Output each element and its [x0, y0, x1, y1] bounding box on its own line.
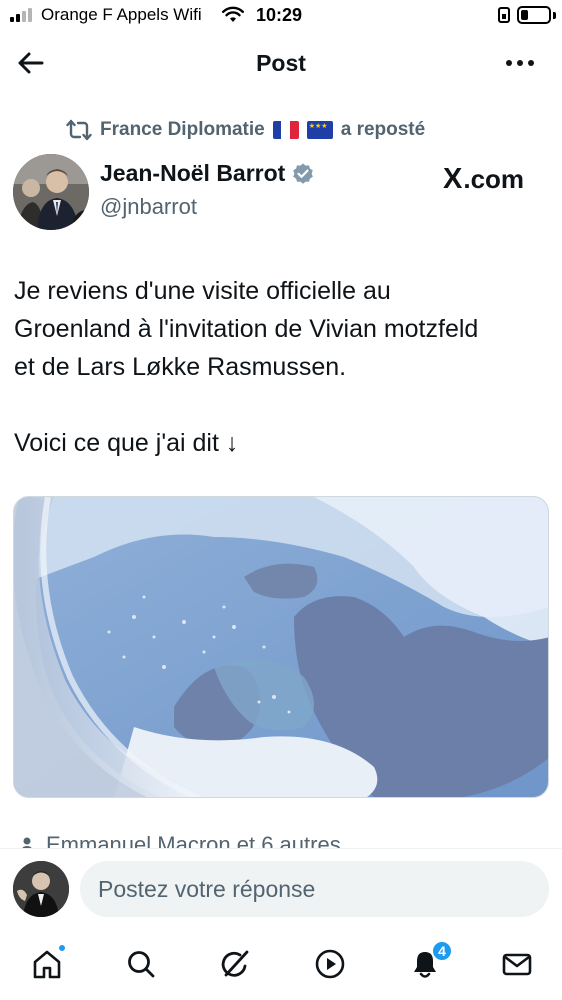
nav-messages[interactable]: [495, 942, 539, 986]
carrier-label: Orange F Appels Wifi: [41, 5, 202, 24]
author-avatar[interactable]: [13, 154, 89, 230]
author-handle[interactable]: @jnbarrot: [100, 194, 197, 220]
battery-level: [521, 10, 528, 20]
reply-input[interactable]: [80, 861, 549, 917]
post-header: Post: [0, 32, 562, 94]
source-label: X .com: [443, 163, 524, 196]
grok-icon: [221, 950, 249, 977]
home-notification-dot: [57, 943, 67, 953]
verified-badge-icon: [293, 163, 314, 184]
current-user-avatar[interactable]: [13, 861, 69, 917]
bottom-nav: 4: [0, 930, 562, 1000]
search-icon: [128, 951, 155, 978]
source-domain: .com: [463, 164, 525, 194]
status-bar: Orange F Appels Wifi 10:29: [0, 0, 562, 32]
repost-account-name: France Diplomatie: [100, 119, 265, 140]
clock-time: 10:29: [256, 5, 303, 25]
author-name[interactable]: Jean-Noël Barrot: [100, 160, 315, 187]
post-photo[interactable]: [13, 496, 549, 798]
x-logo-icon: X: [443, 163, 463, 195]
post-line: Groenland à l'invitation de Vivian motzf…: [14, 315, 479, 343]
mail-icon: [502, 953, 532, 976]
flag-eu-icon: [306, 121, 333, 139]
repost-suffix: a reposté: [340, 119, 426, 140]
nav-search[interactable]: [119, 942, 163, 986]
flag-france-icon: [272, 121, 299, 139]
nav-home[interactable]: [25, 942, 69, 986]
nav-notifications[interactable]: 4: [403, 940, 453, 986]
post-line: Je reviens d'une visite officielle au: [14, 277, 391, 305]
more-horizontal-icon[interactable]: [500, 46, 540, 80]
nav-grok[interactable]: [213, 942, 257, 986]
battery-cap: [553, 12, 556, 19]
post-body: Je reviens d'une visite officielle au Gr…: [14, 272, 554, 462]
battery-icon: [517, 6, 551, 24]
page-title: Post: [256, 50, 306, 76]
reply-bar: [0, 848, 562, 930]
repost-context[interactable]: France Diplomatie a reposté: [66, 116, 425, 144]
repost-icon: [66, 119, 92, 141]
notification-count-badge: 4: [431, 940, 453, 962]
wifi-icon: [222, 6, 244, 22]
play-icon: [315, 949, 345, 979]
post-line-break: [14, 386, 554, 424]
post-line: Voici ce que j'ai dit ↓: [14, 429, 239, 457]
author-name-text: Jean-Noël Barrot: [100, 160, 286, 186]
nav-video[interactable]: [308, 942, 352, 986]
orientation-lock-icon: [498, 7, 510, 23]
signal-icon: [10, 8, 36, 22]
post-line: et de Lars Løkke Rasmussen.: [14, 353, 347, 381]
